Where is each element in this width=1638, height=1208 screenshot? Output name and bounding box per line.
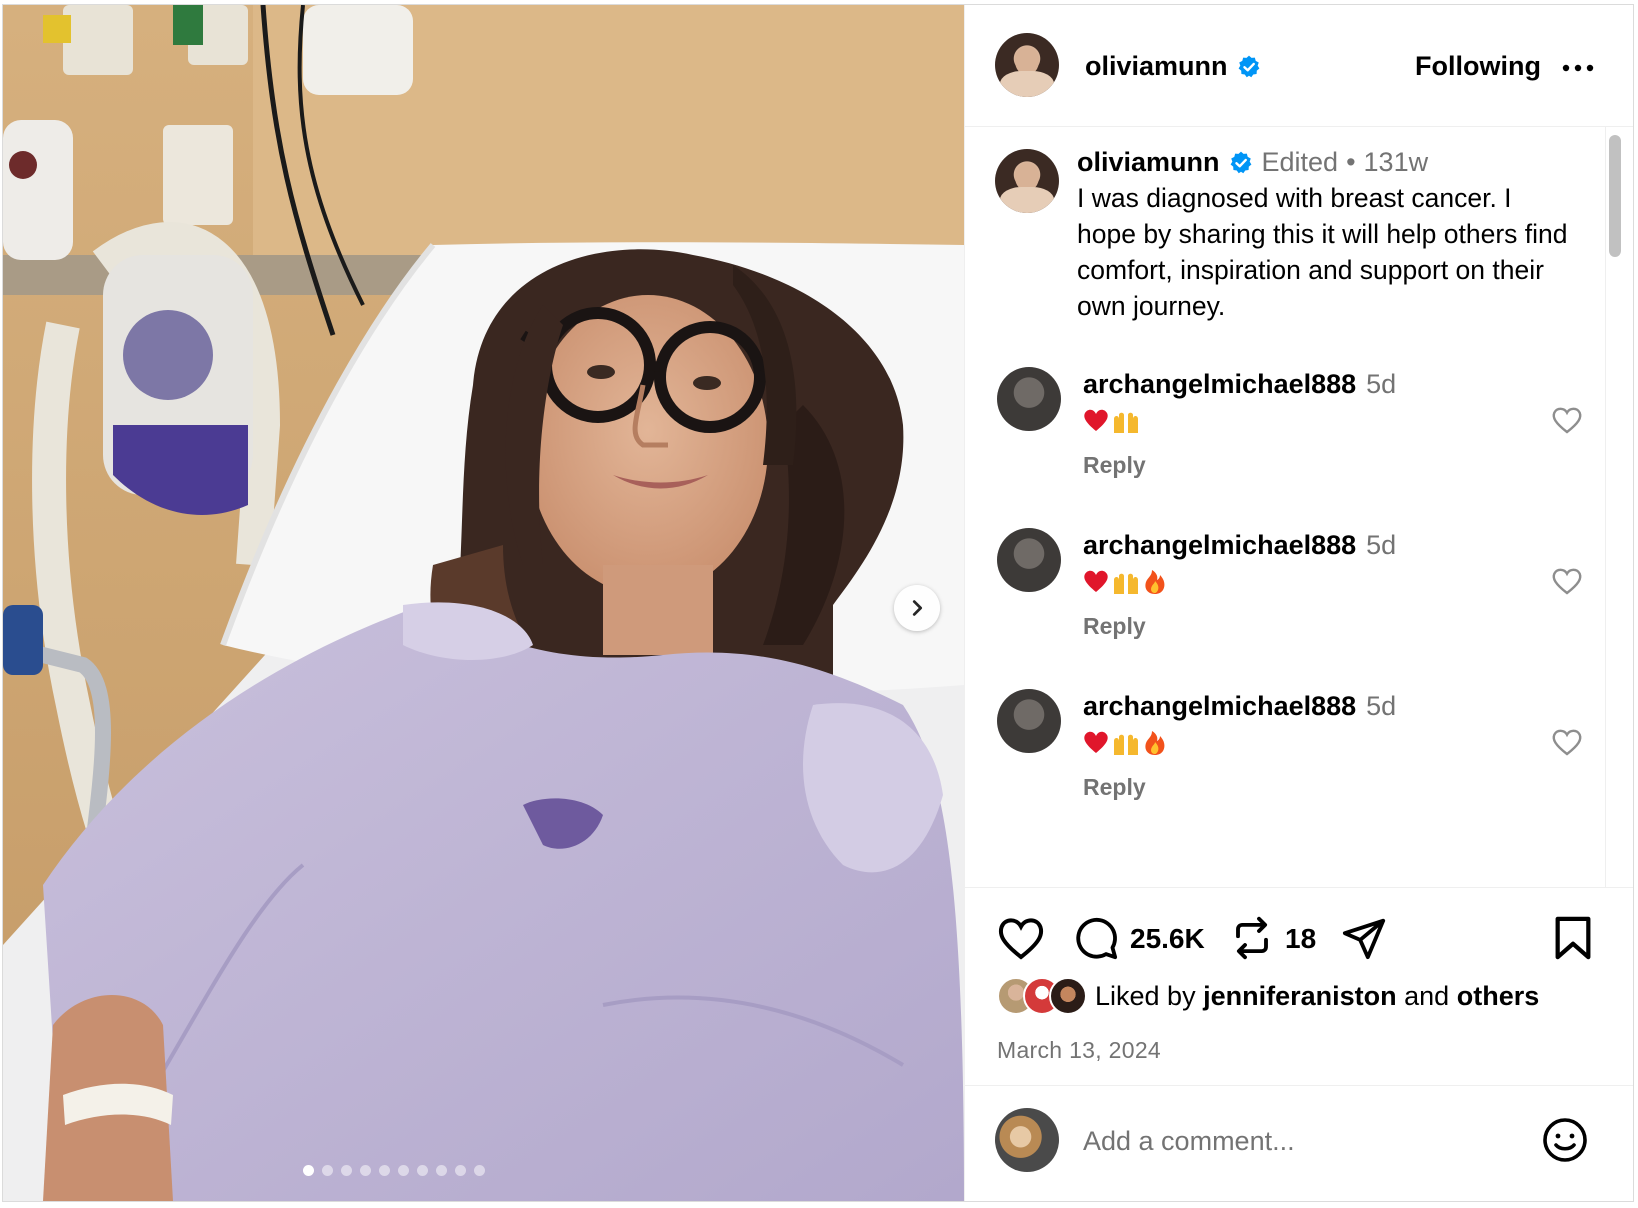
liked-by-user[interactable]: jenniferaniston xyxy=(1203,981,1397,1012)
comment-like-heart-icon[interactable] xyxy=(1551,405,1583,440)
comment-like-heart-icon[interactable] xyxy=(1551,727,1583,762)
comment-item: archangelmichael888 5d Reply xyxy=(997,689,1597,839)
comment-count: 25.6K xyxy=(1130,923,1205,954)
bookmark-icon[interactable] xyxy=(1553,915,1593,966)
post-age[interactable]: 131w xyxy=(1364,147,1429,178)
chevron-right-icon xyxy=(912,600,923,616)
raising-hands-emoji-icon xyxy=(1114,734,1138,755)
likes-summary: Liked by jenniferaniston and others xyxy=(997,977,1539,1015)
current-user-avatar xyxy=(995,1108,1059,1172)
carousel-dot xyxy=(321,1165,333,1176)
post-caption: oliviamunn Edited • 131w I was diagnosed… xyxy=(1077,147,1577,324)
carousel-dot xyxy=(359,1165,371,1176)
commenter-username[interactable]: archangelmichael888 xyxy=(1083,691,1356,722)
add-comment-input[interactable] xyxy=(1081,1114,1505,1168)
carousel-dot xyxy=(473,1165,485,1176)
liker-avatar xyxy=(1049,977,1087,1015)
hospital-photo xyxy=(3,5,964,1201)
comment-age: 5d xyxy=(1366,369,1397,399)
comment-like-heart-icon[interactable] xyxy=(1551,566,1583,601)
reply-button[interactable]: Reply xyxy=(1083,613,1396,640)
liked-by-others[interactable]: others xyxy=(1457,981,1540,1012)
next-photo-button[interactable] xyxy=(894,585,940,631)
carousel-indicator xyxy=(3,1165,964,1176)
scrollbar-thumb[interactable] xyxy=(1609,135,1621,257)
liked-by-prefix: Liked by xyxy=(1095,980,1196,1011)
repost-icon[interactable] xyxy=(1231,915,1273,966)
post-header: oliviamunn Following xyxy=(965,5,1633,127)
comments-section[interactable]: oliviamunn Edited • 131w I was diagnosed… xyxy=(965,127,1633,888)
commenter-username[interactable]: archangelmichael888 xyxy=(1083,530,1356,561)
verified-badge-icon xyxy=(1236,54,1262,80)
comment-text xyxy=(1083,565,1396,597)
red-heart-emoji-icon xyxy=(1084,570,1108,592)
raising-hands-emoji-icon xyxy=(1114,573,1138,594)
red-heart-emoji-icon xyxy=(1084,731,1108,753)
reply-button[interactable]: Reply xyxy=(1083,452,1396,479)
commenter-avatar[interactable] xyxy=(997,367,1061,431)
post-date[interactable]: March 13, 2024 xyxy=(997,1037,1161,1064)
following-button[interactable]: Following xyxy=(1415,51,1541,82)
scrollbar-track xyxy=(1605,127,1606,887)
red-heart-emoji-icon xyxy=(1084,409,1108,431)
raising-hands-emoji-icon xyxy=(1114,412,1138,433)
smiley-icon[interactable] xyxy=(1541,1116,1589,1169)
carousel-dot xyxy=(416,1165,428,1176)
comment-bubble-icon[interactable] xyxy=(1073,915,1119,966)
caption-username[interactable]: oliviamunn xyxy=(1077,147,1220,178)
post-sidebar: oliviamunn Following oliviamunn Edited •… xyxy=(964,5,1633,1201)
comment-text xyxy=(1083,726,1396,758)
carousel-dot xyxy=(340,1165,352,1176)
comment-item: archangelmichael888 5d Reply xyxy=(997,528,1597,678)
comment-item: archangelmichael888 5d Reply xyxy=(997,367,1597,517)
caption-avatar[interactable] xyxy=(995,149,1059,213)
repost-count: 18 xyxy=(1285,923,1317,954)
separator-dot: • xyxy=(1346,147,1356,177)
more-dots-icon[interactable] xyxy=(1561,53,1595,88)
carousel-dot xyxy=(435,1165,447,1176)
author-username[interactable]: oliviamunn xyxy=(1085,51,1228,82)
carousel-dot xyxy=(378,1165,390,1176)
post-actions: 25.6K 18 xyxy=(997,915,1597,967)
commenter-username[interactable]: archangelmichael888 xyxy=(1083,369,1356,400)
comment-age: 5d xyxy=(1366,530,1397,560)
add-comment-bar xyxy=(965,1085,1633,1201)
verified-badge-icon xyxy=(1228,150,1254,176)
carousel-dot xyxy=(397,1165,409,1176)
post-photo[interactable] xyxy=(3,5,964,1201)
fire-emoji-icon xyxy=(1145,731,1165,755)
commenter-avatar[interactable] xyxy=(997,689,1061,753)
reply-button[interactable]: Reply xyxy=(1083,774,1396,801)
instagram-post: oliviamunn Following oliviamunn Edited •… xyxy=(2,4,1634,1202)
edited-label: Edited xyxy=(1261,147,1339,177)
caption-text: I was diagnosed with breast cancer. I ho… xyxy=(1077,183,1568,321)
author-info: oliviamunn xyxy=(1085,51,1262,82)
comment-text xyxy=(1083,404,1396,436)
liked-by-and: and xyxy=(1404,980,1450,1011)
comment-age: 5d xyxy=(1366,691,1397,721)
fire-emoji-icon xyxy=(1145,570,1165,594)
carousel-dot xyxy=(302,1165,314,1176)
heart-icon[interactable] xyxy=(997,915,1045,966)
commenter-avatar[interactable] xyxy=(997,528,1061,592)
send-icon[interactable] xyxy=(1341,915,1387,966)
author-avatar[interactable] xyxy=(995,33,1059,97)
carousel-dot xyxy=(454,1165,466,1176)
